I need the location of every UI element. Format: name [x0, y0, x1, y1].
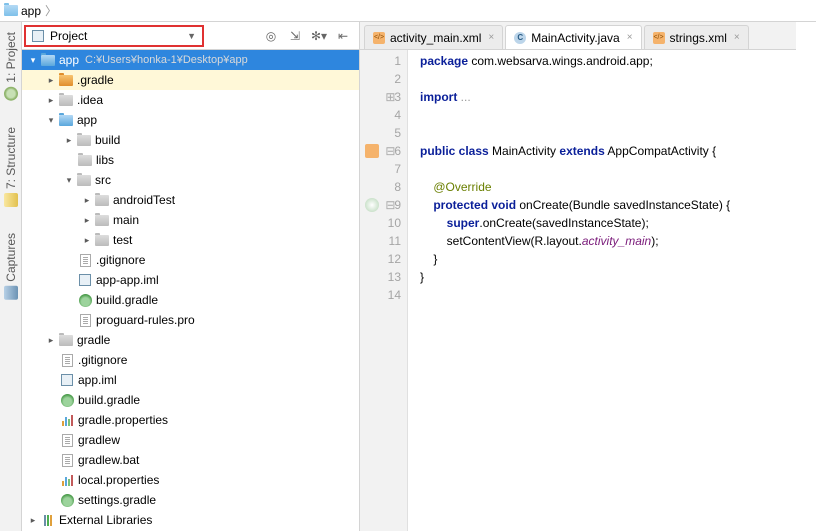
project-panel-toolbar: Project ▼ ◎ ⇲ ✻▾ ⇤: [22, 22, 359, 50]
iml-icon: [61, 374, 73, 386]
tree-item-settings-gradle[interactable]: settings.gradle: [22, 490, 359, 510]
captures-icon: [4, 285, 18, 299]
folder-icon: [59, 115, 73, 126]
tab-label: strings.xml: [670, 31, 727, 45]
project-icon: [4, 87, 18, 101]
file-icon: [80, 314, 91, 327]
tree-item-libs[interactable]: libs: [22, 150, 359, 170]
tree-item-app-iml[interactable]: app.iml: [22, 370, 359, 390]
chevron-right-icon: 〉: [45, 2, 57, 19]
close-icon[interactable]: ×: [734, 32, 740, 43]
folder-icon: [95, 195, 109, 206]
tree-item-build-gradle[interactable]: build.gradle: [22, 290, 359, 310]
related-xml-icon[interactable]: [365, 144, 379, 158]
properties-icon: [62, 474, 73, 486]
java-class-icon: C: [514, 32, 526, 44]
tree-item-main[interactable]: ▸main: [22, 210, 359, 230]
tree-item-ext-libs[interactable]: ▸External Libraries: [22, 510, 359, 530]
folder-icon: [95, 235, 109, 246]
folder-icon: [77, 135, 91, 146]
folder-icon: [78, 155, 92, 166]
tab-label: MainActivity.java: [531, 31, 619, 45]
tree-item-build[interactable]: ▸build: [22, 130, 359, 150]
file-icon: [62, 354, 73, 367]
tree-item-gradlew[interactable]: gradlew: [22, 430, 359, 450]
tree-item-idea[interactable]: ▸.idea: [22, 90, 359, 110]
tab-activity-main-xml[interactable]: </> activity_main.xml ×: [364, 25, 503, 49]
code-editor[interactable]: 1 2 ⊞3 4 5 ⊟6 7 8 ⊟9 10 11 12 13 14 pack…: [360, 50, 796, 531]
folder-icon: [59, 95, 73, 106]
project-glyph-icon: [32, 30, 44, 42]
gradle-icon: [61, 494, 74, 507]
file-icon: [62, 434, 73, 447]
xml-file-icon: </>: [653, 32, 665, 44]
properties-icon: [62, 414, 73, 426]
tree-item-test[interactable]: ▸test: [22, 230, 359, 250]
scroll-from-source-icon[interactable]: ◎: [263, 29, 279, 43]
tab-label: activity_main.xml: [390, 31, 481, 45]
tree-item-app[interactable]: ▾app: [22, 110, 359, 130]
project-view-label: Project: [50, 29, 87, 43]
tree-item-gradle-props[interactable]: gradle.properties: [22, 410, 359, 430]
breadcrumb-bar: app 〉: [0, 0, 816, 22]
rail-structure[interactable]: 7: Structure: [4, 123, 18, 211]
tree-root[interactable]: ▾appC:¥Users¥honka-1¥Desktop¥app: [22, 50, 359, 70]
folder-icon: [95, 215, 109, 226]
project-view-dropdown[interactable]: Project ▼: [24, 25, 204, 47]
xml-file-icon: </>: [373, 32, 385, 44]
gradle-icon: [61, 394, 74, 407]
folder-icon: [41, 55, 55, 66]
tree-item-appapp-iml[interactable]: app-app.iml: [22, 270, 359, 290]
breadcrumb-label: app: [21, 4, 41, 18]
rail-label: 7: Structure: [4, 127, 18, 189]
tab-strings-xml[interactable]: </> strings.xml ×: [644, 25, 749, 49]
tree-item-proguard[interactable]: proguard-rules.pro: [22, 310, 359, 330]
folder-icon: [59, 75, 73, 86]
breadcrumb-item-app[interactable]: app: [4, 4, 41, 18]
tree-item-gradle-dir[interactable]: ▸.gradle: [22, 70, 359, 90]
project-tree[interactable]: ▾appC:¥Users¥honka-1¥Desktop¥app ▸.gradl…: [22, 50, 359, 531]
structure-icon: [4, 193, 18, 207]
close-icon[interactable]: ×: [488, 32, 494, 43]
folder-icon: [59, 335, 73, 346]
line-number-gutter[interactable]: 1 2 ⊞3 4 5 ⊟6 7 8 ⊟9 10 11 12 13 14: [360, 50, 408, 531]
editor-tabs: </> activity_main.xml × C MainActivity.j…: [360, 22, 796, 50]
tab-mainactivity-java[interactable]: C MainActivity.java ×: [505, 25, 641, 49]
close-icon[interactable]: ×: [627, 32, 633, 43]
override-marker-icon[interactable]: [365, 198, 379, 212]
tree-item-gradle-dir2[interactable]: ▸gradle: [22, 330, 359, 350]
libraries-icon: [44, 515, 52, 526]
tree-item-androidTest[interactable]: ▸androidTest: [22, 190, 359, 210]
file-icon: [80, 254, 91, 267]
left-tool-rail: 1: Project 7: Structure Captures: [0, 22, 22, 531]
tree-item-local-props[interactable]: local.properties: [22, 470, 359, 490]
file-icon: [62, 454, 73, 467]
tree-item-build-gradle2[interactable]: build.gradle: [22, 390, 359, 410]
tree-item-gitignore[interactable]: .gitignore: [22, 250, 359, 270]
rail-project[interactable]: 1: Project: [4, 28, 18, 105]
collapse-all-icon[interactable]: ⇲: [287, 29, 303, 43]
code-body[interactable]: package com.websarva.wings.android.app; …: [408, 50, 796, 531]
tree-item-src[interactable]: ▾src: [22, 170, 359, 190]
rail-captures[interactable]: Captures: [4, 229, 18, 304]
iml-icon: [79, 274, 91, 286]
dropdown-arrow-icon: ▼: [187, 31, 196, 41]
settings-gear-icon[interactable]: ✻▾: [311, 29, 327, 43]
folder-icon: [77, 175, 91, 186]
tree-item-gradlew-bat[interactable]: gradlew.bat: [22, 450, 359, 470]
gradle-icon: [79, 294, 92, 307]
tree-item-gitignore2[interactable]: .gitignore: [22, 350, 359, 370]
rail-label: Captures: [4, 233, 18, 282]
folder-icon: [4, 5, 18, 16]
hide-panel-icon[interactable]: ⇤: [335, 29, 351, 43]
rail-label: 1: Project: [4, 32, 18, 83]
